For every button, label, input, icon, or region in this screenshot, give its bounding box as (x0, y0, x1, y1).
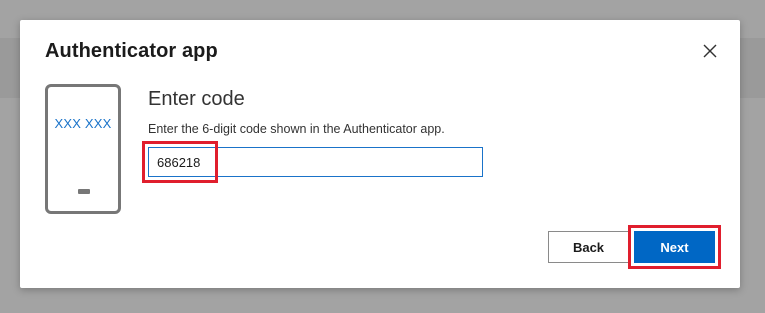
instructions-text: Enter the 6-digit code shown in the Auth… (148, 122, 445, 136)
close-button[interactable] (699, 40, 721, 62)
phone-code-text: XXX XXX (54, 116, 112, 131)
close-icon (703, 44, 717, 58)
back-button[interactable]: Back (548, 231, 629, 263)
phone-home-button (78, 189, 90, 194)
authenticator-dialog: Authenticator app XXX XXX Enter code Ent… (20, 20, 740, 288)
code-input[interactable] (148, 147, 483, 177)
enter-code-heading: Enter code (148, 88, 245, 110)
next-button[interactable]: Next (634, 231, 715, 263)
dialog-title: Authenticator app (45, 40, 218, 62)
phone-icon: XXX XXX (45, 84, 121, 214)
